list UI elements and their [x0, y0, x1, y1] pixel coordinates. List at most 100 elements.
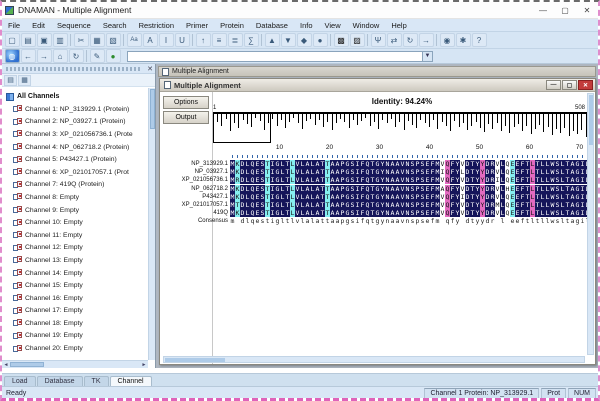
- menu-restriction[interactable]: Restriction: [133, 21, 180, 30]
- tree-item-channel[interactable]: Channel 7: 419Q (Protein): [5, 179, 148, 192]
- tree-item-channel[interactable]: Channel 2: NP_03927.1 (Protein): [5, 116, 148, 129]
- tree-item-channel[interactable]: Channel 3: XP_021056736.1 (Prote: [5, 128, 148, 141]
- close-button[interactable]: ✕: [576, 3, 598, 18]
- scrollbar-thumb[interactable]: [150, 89, 155, 129]
- forward-icon[interactable]: →: [37, 49, 52, 63]
- output-button[interactable]: Output: [163, 111, 209, 124]
- go-icon[interactable]: →: [419, 33, 434, 47]
- scrollbar-thumb[interactable]: [589, 95, 593, 145]
- menu-primer[interactable]: Primer: [180, 21, 214, 30]
- alignment-rows[interactable]: NP_313929.1MKDLQESTIGLTLVLALATTAAPGSIFQT…: [164, 160, 590, 226]
- maximize-button[interactable]: ▢: [554, 3, 576, 18]
- sequence-row[interactable]: NP_062718.2MKDLQESTIGLTLVLALATTAAPGSIFQT…: [164, 185, 590, 193]
- refresh-icon[interactable]: ↻: [403, 33, 418, 47]
- address-combobox[interactable]: ▼: [127, 51, 433, 62]
- tree-item-channel[interactable]: Channel 9: Empty: [5, 204, 148, 217]
- new-icon[interactable]: ▢: [5, 33, 20, 47]
- tree-item-channel[interactable]: Channel 16: Empty: [5, 292, 148, 305]
- diamond-tool-icon[interactable]: ◆: [297, 33, 312, 47]
- tree-item-channel[interactable]: Channel 8: Empty: [5, 191, 148, 204]
- tree-item-channel[interactable]: Channel 11: Empty: [5, 229, 148, 242]
- cut-icon[interactable]: ✂: [74, 33, 89, 47]
- alignment-vertical-scrollbar[interactable]: [587, 93, 594, 355]
- sequence-up-icon[interactable]: ▲: [265, 33, 280, 47]
- panel-horizontal-scrollbar[interactable]: ◄ ►: [2, 360, 148, 368]
- tab-tk[interactable]: TK: [84, 376, 109, 386]
- italic-icon[interactable]: I: [159, 33, 174, 47]
- edit-icon[interactable]: ✎: [90, 49, 105, 63]
- menu-protein[interactable]: Protein: [214, 21, 250, 30]
- panel-vertical-scrollbar[interactable]: [148, 88, 155, 360]
- zoom-icon[interactable]: ◉: [440, 33, 455, 47]
- tab-channel[interactable]: Channel: [110, 376, 152, 386]
- copy-icon[interactable]: ▦: [90, 33, 105, 47]
- font-icon[interactable]: Aa: [127, 33, 142, 47]
- tree-item-channel[interactable]: Channel 18: Empty: [5, 317, 148, 330]
- tree-item-channel[interactable]: Channel 15: Empty: [5, 279, 148, 292]
- tab-load[interactable]: Load: [4, 376, 36, 386]
- options-button[interactable]: Options: [163, 96, 209, 109]
- tree-item-channel[interactable]: Channel 12: Empty: [5, 242, 148, 255]
- grid-view-icon[interactable]: ▦: [18, 75, 31, 86]
- scrollbar-thumb[interactable]: [165, 358, 225, 362]
- align-lines-icon[interactable]: ≡: [212, 33, 227, 47]
- print-icon[interactable]: ▥: [53, 33, 68, 47]
- tree-item-channel[interactable]: Channel 19: Empty: [5, 330, 148, 343]
- tree-icon[interactable]: Ψ: [371, 33, 386, 47]
- sequence-row[interactable]: 419QMKDLQESTIGLTLVLALATTAAPGSIFQTGYNAAVN…: [164, 209, 590, 217]
- tree-item-channel[interactable]: Channel 10: Empty: [5, 216, 148, 229]
- tree-item-channel[interactable]: Channel 17: Empty: [5, 305, 148, 318]
- minimize-button[interactable]: —: [532, 3, 554, 18]
- dot-plot-icon[interactable]: ●: [313, 33, 328, 47]
- align-up-icon[interactable]: ↑: [196, 33, 211, 47]
- panel-close-icon[interactable]: ✕: [145, 65, 155, 73]
- alignment-horizontal-scrollbar[interactable]: [163, 356, 585, 363]
- tree-item-channel[interactable]: Channel 13: Empty: [5, 254, 148, 267]
- tree-item-channel[interactable]: Channel 5: P43427.1 (Protein): [5, 153, 148, 166]
- identity-profile[interactable]: [213, 112, 591, 142]
- bold-icon[interactable]: A: [143, 33, 158, 47]
- help-icon[interactable]: ?: [472, 33, 487, 47]
- panel-header[interactable]: ✕: [2, 64, 155, 74]
- sum-icon[interactable]: ∑: [244, 33, 259, 47]
- scroll-right-icon[interactable]: ►: [140, 361, 148, 368]
- window-maximize-button[interactable]: ▢: [562, 80, 577, 90]
- menu-search[interactable]: Search: [97, 21, 133, 30]
- home-icon[interactable]: ⌂: [53, 49, 68, 63]
- menu-view[interactable]: View: [319, 21, 347, 30]
- globe-icon[interactable]: ◍: [5, 49, 20, 63]
- tree-item-channel[interactable]: Channel 20: Empty: [5, 342, 148, 355]
- tree-item-channel[interactable]: Channel 6: XP_021017057.1 (Prot: [5, 166, 148, 179]
- menu-window[interactable]: Window: [347, 21, 386, 30]
- list-view-icon[interactable]: ▤: [4, 75, 17, 86]
- chevron-down-icon[interactable]: ▼: [422, 52, 432, 61]
- run-icon[interactable]: ●: [106, 49, 121, 63]
- scrollbar-thumb[interactable]: [10, 362, 44, 367]
- panel-gripper[interactable]: [6, 67, 141, 71]
- sequence-row[interactable]: XP_021017057.1MTDLQESTIGLTLVLALATTAAPGSI…: [164, 201, 590, 209]
- window-close-button[interactable]: ✕: [578, 80, 593, 90]
- window-minimize-button[interactable]: —: [546, 80, 561, 90]
- alignment-window-titlebar[interactable]: Multiple Alignment — ▢ ✕: [160, 79, 595, 92]
- paste-icon[interactable]: ▧: [106, 33, 121, 47]
- swap-icon[interactable]: ⇄: [387, 33, 402, 47]
- menu-edit[interactable]: Edit: [26, 21, 51, 30]
- menu-info[interactable]: Info: [294, 21, 319, 30]
- blast-icon[interactable]: ▩: [334, 33, 349, 47]
- tree-item-channel[interactable]: Channel 1: NP_313929.1 (Protein): [5, 103, 148, 116]
- tab-database[interactable]: Database: [37, 376, 83, 386]
- matrix-icon[interactable]: ▨: [350, 33, 365, 47]
- tree-item-channel[interactable]: Channel 14: Empty: [5, 267, 148, 280]
- sequence-row[interactable]: NP_03927.1MKDLQESTIGLTLVLALATTAAPGSIFQTG…: [164, 168, 590, 176]
- underline-icon[interactable]: U: [175, 33, 190, 47]
- options-icon[interactable]: ✱: [456, 33, 471, 47]
- mdi-child-titlebar[interactable]: Multiple Alignment: [158, 66, 596, 77]
- menu-sequence[interactable]: Sequence: [51, 21, 97, 30]
- tree-item-channel[interactable]: Channel 4: NP_062718.2 (Protein): [5, 141, 148, 154]
- back-icon[interactable]: ←: [21, 49, 36, 63]
- open-icon[interactable]: ▤: [21, 33, 36, 47]
- refresh-page-icon[interactable]: ↻: [69, 49, 84, 63]
- sequence-row[interactable]: NP_313929.1MKDLQESTIGLTLVLALATTAAPGSIFQT…: [164, 160, 590, 168]
- distribute-icon[interactable]: ≣: [228, 33, 243, 47]
- sequence-row[interactable]: P43427.1MKDLQESTIGLTLVLALATTAAPGSIFQTGYN…: [164, 193, 590, 201]
